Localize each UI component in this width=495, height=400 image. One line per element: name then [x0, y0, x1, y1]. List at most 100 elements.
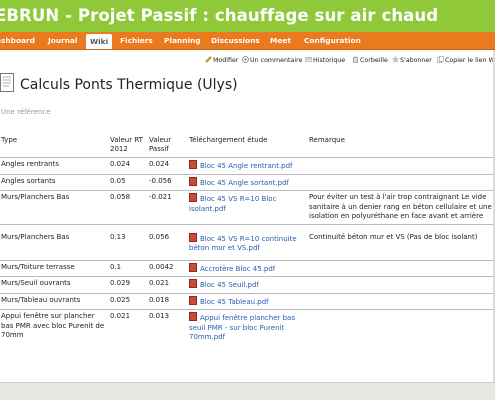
cell-type: Murs/Planchers Bas	[0, 223, 109, 260]
cell-download: Accrotère Bloc 45.pdf	[188, 259, 308, 277]
copy-icon	[437, 56, 444, 63]
comment-label: Un commentaire	[250, 57, 303, 64]
copy-label: Copier le lien W	[445, 57, 495, 64]
cell-type: Murs/Planchers Bas	[0, 190, 109, 224]
pencil-icon	[205, 56, 212, 63]
cell-remark: Continuité béton mur et VS (Pas de bloc …	[308, 223, 495, 260]
menu-item-meet[interactable]: Meet	[270, 32, 291, 49]
pdf-download-link[interactable]: Bloc 45 Tableau.pdf	[200, 298, 269, 306]
table-row: Murs/Tableau ouvrants 0.025 0.018 Bloc 4…	[0, 292, 495, 310]
cell-passif: 0.018	[148, 292, 188, 310]
pdf-download-link[interactable]: Bloc 45 Seuil.pdf	[200, 281, 259, 289]
cell-rt2012: 0.05	[109, 173, 148, 191]
cell-remark	[308, 292, 495, 310]
pdf-icon	[189, 232, 197, 242]
cell-passif: 0.024	[148, 157, 188, 174]
cell-type: Appui fenêtre sur plancher bas PMR avec …	[0, 309, 109, 345]
trash-link[interactable]: Corbeille	[352, 56, 388, 66]
cell-rt2012: 0.021	[109, 309, 148, 345]
cell-download: Bloc 45 VS R=10 Bloc isolant.pdf	[188, 190, 308, 224]
trash-label: Corbeille	[360, 57, 388, 64]
menu-item-discussions[interactable]: Discussions	[211, 32, 260, 49]
cell-rt2012: 0.025	[109, 292, 148, 310]
pdf-download-link[interactable]: Bloc 45 VS R=10 continuite béton mur et …	[189, 235, 297, 253]
pdf-icon	[189, 193, 197, 202]
pdf-download-link[interactable]: Bloc 45 Angle rentrant.pdf	[200, 162, 293, 170]
project-header: EBRUN - Projet Passif : chauffage sur ai…	[0, 0, 495, 33]
contextual-actions: Modifier Un commentaire Historique Corbe…	[205, 56, 495, 66]
cell-rt2012: 0.024	[109, 157, 148, 174]
cell-passif: 0.013	[148, 309, 188, 345]
wiki-content: Modifier Un commentaire Historique Corbe…	[0, 50, 495, 383]
cell-passif: 0.0042	[148, 259, 188, 277]
edit-link[interactable]: Modifier	[205, 56, 238, 66]
edit-label: Modifier	[213, 57, 239, 64]
pdf-icon	[189, 262, 197, 272]
cell-type: Murs/Toiture terrasse	[0, 259, 109, 277]
table-row: Murs/Planchers Bas 0.13 0.056 Bloc 45 VS…	[0, 223, 495, 260]
table-row: Angles sortants 0.05 -0.056 Bloc 45 Angl…	[0, 173, 495, 191]
cell-rt2012: 0.1	[109, 259, 148, 277]
cell-passif: 0.021	[148, 276, 188, 293]
cell-type: Murs/Tableau ouvrants	[0, 292, 109, 310]
cell-remark	[308, 309, 495, 345]
star-icon	[392, 56, 399, 63]
cell-download: Bloc 45 Tableau.pdf	[188, 292, 308, 310]
pdf-download-link[interactable]: Appui fenêtre plancher bas seuil PMR - s…	[189, 314, 295, 341]
main-menu: ashboard Journal Wiki Fichiers Planning …	[0, 32, 495, 50]
pdf-icon	[189, 312, 197, 321]
subscribe-link[interactable]: S'abonner	[392, 56, 432, 66]
cell-download: Bloc 45 Seuil.pdf	[188, 276, 308, 293]
history-link[interactable]: Historique	[305, 56, 345, 66]
history-label: Historique	[313, 57, 346, 64]
cell-passif: -0.056	[148, 173, 188, 191]
cell-passif: 0.056	[148, 223, 188, 260]
cell-type: Murs/Seuil ouvrants	[0, 276, 109, 293]
table-row: Appui fenêtre sur plancher bas PMR avec …	[0, 309, 495, 345]
pdf-download-link[interactable]: Accrotère Bloc 45.pdf	[200, 265, 275, 273]
page-title: Calculs Ponts Thermique (Ulys)	[20, 77, 238, 93]
menu-item-configuration[interactable]: Configuration	[304, 32, 361, 49]
table-row: Angles rentrants 0.024 0.024 Bloc 45 Ang…	[0, 157, 495, 174]
menu-item-journal[interactable]: Journal	[48, 32, 78, 49]
trash-icon	[352, 56, 359, 63]
comment-link[interactable]: Un commentaire	[242, 56, 302, 66]
column-header-rt2012: Valeur RT 2012	[109, 134, 148, 158]
cell-download: Bloc 45 VS R=10 continuite béton mur et …	[188, 223, 308, 260]
menu-item-fichiers[interactable]: Fichiers	[120, 32, 153, 49]
subscribe-label: S'abonner	[400, 57, 432, 64]
cell-remark	[308, 157, 495, 174]
menu-item-planning[interactable]: Planning	[164, 32, 201, 49]
page-subtitle: Une référence	[1, 108, 51, 116]
project-title: EBRUN - Projet Passif : chauffage sur ai…	[0, 6, 439, 25]
table-row: Murs/Toiture terrasse 0.1 0.0042 Accrotè…	[0, 259, 495, 277]
pdf-icon	[189, 160, 197, 169]
copy-link[interactable]: Copier le lien W	[437, 56, 495, 66]
cell-rt2012: 0.13	[109, 223, 148, 260]
pdf-icon	[189, 295, 197, 305]
menu-item-dashboard[interactable]: ashboard	[0, 32, 35, 49]
cell-rt2012: 0.058	[109, 190, 148, 224]
cell-remark: Pour éviter un test à l'air trop contrai…	[308, 190, 495, 224]
cell-passif: -0.021	[148, 190, 188, 224]
table-row: Murs/Planchers Bas 0.058 -0.021 Bloc 45 …	[0, 190, 495, 224]
pdf-download-link[interactable]: Bloc 45 Angle sortant.pdf	[200, 179, 289, 187]
cell-rt2012: 0.029	[109, 276, 148, 293]
cell-remark	[308, 259, 495, 277]
table-row: Murs/Seuil ouvrants 0.029 0.021 Bloc 45 …	[0, 276, 495, 293]
column-header-type: Type	[0, 134, 109, 158]
thermal-bridges-table: Type Valeur RT 2012 Valeur Passif Téléch…	[0, 134, 495, 345]
history-icon	[305, 57, 312, 62]
column-header-download: Téléchargement étude	[188, 134, 308, 158]
cell-type: Angles sortants	[0, 173, 109, 191]
pdf-download-link[interactable]: Bloc 45 VS R=10 Bloc isolant.pdf	[189, 195, 276, 213]
comment-icon	[242, 56, 249, 63]
menu-item-wiki[interactable]: Wiki	[86, 34, 113, 49]
cell-download: Bloc 45 Angle sortant.pdf	[188, 173, 308, 191]
pdf-icon	[189, 279, 197, 288]
column-header-remark: Remarque	[308, 134, 495, 158]
table-header-row: Type Valeur RT 2012 Valeur Passif Téléch…	[0, 134, 495, 158]
page-footer	[0, 383, 495, 400]
cell-remark	[308, 173, 495, 191]
pdf-icon	[189, 176, 197, 186]
